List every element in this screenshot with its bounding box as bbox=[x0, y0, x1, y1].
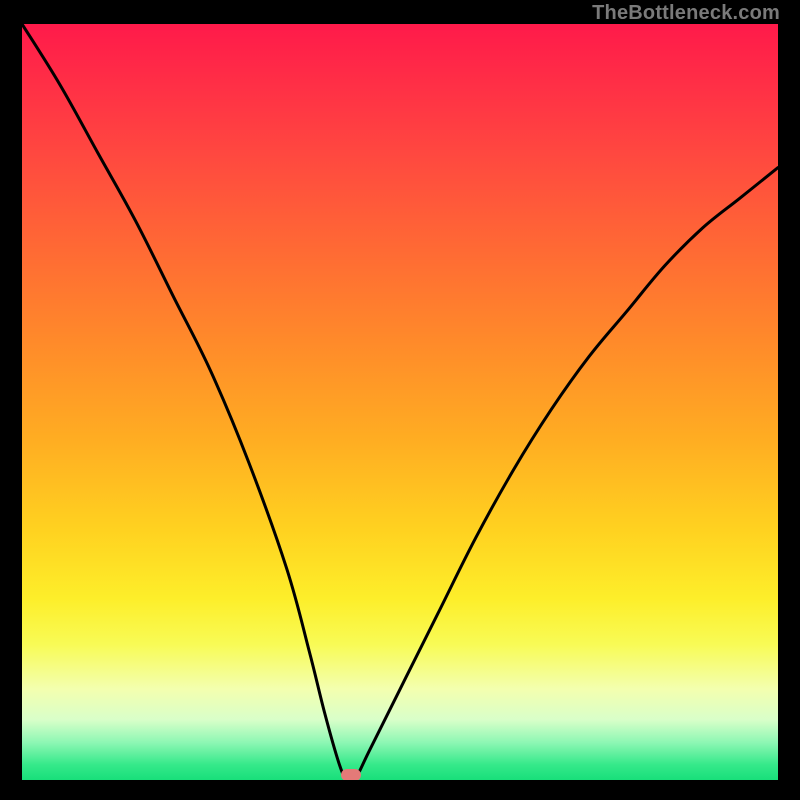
attribution-text: TheBottleneck.com bbox=[592, 2, 780, 25]
plot-area bbox=[22, 24, 778, 780]
optimal-point-marker bbox=[341, 769, 361, 780]
chart-frame: TheBottleneck.com bbox=[0, 0, 800, 800]
bottleneck-curve bbox=[22, 24, 778, 780]
